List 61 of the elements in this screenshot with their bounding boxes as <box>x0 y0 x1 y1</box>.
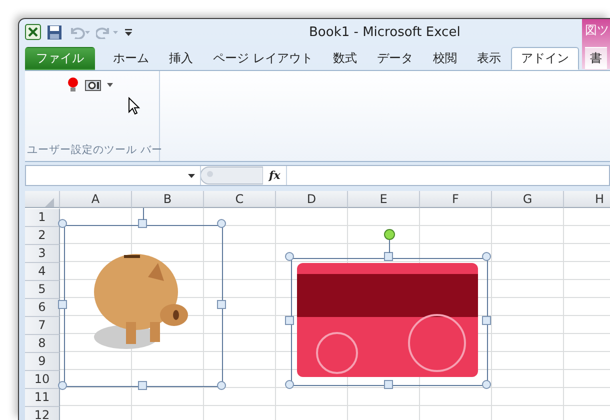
file-tab[interactable]: ファイル <box>25 47 95 70</box>
resize-handle[interactable] <box>138 219 146 228</box>
rotation-handle[interactable] <box>384 229 394 240</box>
resize-handle[interactable] <box>384 252 392 261</box>
column-header[interactable]: C <box>204 191 276 208</box>
ribbon-tab[interactable]: 書 <box>584 47 607 70</box>
column-header[interactable]: A <box>60 191 132 208</box>
resize-handle[interactable] <box>58 300 67 309</box>
row-header[interactable]: 5 <box>25 281 60 299</box>
row-header[interactable]: 7 <box>25 317 60 335</box>
redo-icon[interactable] <box>96 25 118 39</box>
row-header[interactable]: 3 <box>25 245 60 263</box>
ribbon-tab[interactable]: 表示 <box>466 47 511 70</box>
window-title: Book1 - Microsoft Excel <box>309 24 460 42</box>
select-all-corner[interactable] <box>25 191 60 208</box>
resize-handle[interactable] <box>217 300 226 309</box>
dropdown-caret-icon[interactable] <box>107 82 113 86</box>
customize-menu-icon[interactable] <box>124 27 133 37</box>
resize-handle[interactable] <box>58 219 67 228</box>
worksheet-grid[interactable]: A B C D E F G H 1 2 3 4 5 6 7 8 9 10 11 12 <box>25 191 610 420</box>
ribbon-tab[interactable]: 数式 <box>322 47 367 70</box>
resize-handle[interactable] <box>217 381 226 390</box>
row-header[interactable]: 12 <box>25 407 60 420</box>
select-all-triangle-icon[interactable] <box>44 198 54 208</box>
resize-handle[interactable] <box>285 380 294 389</box>
resize-handle[interactable] <box>58 381 67 390</box>
row-header[interactable]: 8 <box>25 335 60 353</box>
ribbon-tab[interactable]: データ <box>366 47 423 70</box>
resize-handle[interactable] <box>285 316 294 325</box>
camera-icon[interactable] <box>85 78 101 90</box>
save-icon[interactable] <box>47 24 62 40</box>
column-header[interactable]: H <box>564 191 610 208</box>
ribbon-tab[interactable]: 挿入 <box>159 47 203 70</box>
resize-handle[interactable] <box>482 252 491 261</box>
ribbon-tab[interactable]: 校閲 <box>422 47 467 70</box>
resize-handle[interactable] <box>384 380 392 389</box>
column-header[interactable]: F <box>420 191 492 208</box>
row-header[interactable]: 11 <box>25 389 60 407</box>
row-header[interactable]: 6 <box>25 299 60 317</box>
resize-handle[interactable] <box>138 381 146 390</box>
row-header[interactable]: 1 <box>25 209 60 227</box>
excel-icon[interactable] <box>25 24 41 40</box>
row-header[interactable]: 10 <box>25 371 60 389</box>
mouse-cursor-icon <box>128 97 140 115</box>
resize-handle[interactable] <box>482 380 491 389</box>
column-header[interactable]: B <box>132 191 204 208</box>
resize-handle[interactable] <box>217 219 226 228</box>
lightbulb-icon[interactable] <box>67 77 79 92</box>
row-header[interactable]: 9 <box>25 353 60 371</box>
resize-handle[interactable] <box>285 252 294 261</box>
ribbon-tab[interactable]: ホーム <box>103 47 159 70</box>
resize-handle[interactable] <box>482 316 491 325</box>
column-header[interactable]: D <box>276 191 348 208</box>
undo-icon[interactable] <box>68 25 90 39</box>
row-header[interactable]: 4 <box>25 263 60 281</box>
group-label: ユーザー設定のツール バー <box>26 143 159 158</box>
ribbon-tab[interactable]: ページ レイアウト <box>203 47 323 70</box>
column-header[interactable]: E <box>348 191 420 208</box>
column-header[interactable]: G <box>492 191 564 208</box>
row-header[interactable]: 2 <box>25 227 60 245</box>
ribbon-tab[interactable]: アドイン <box>510 47 579 70</box>
